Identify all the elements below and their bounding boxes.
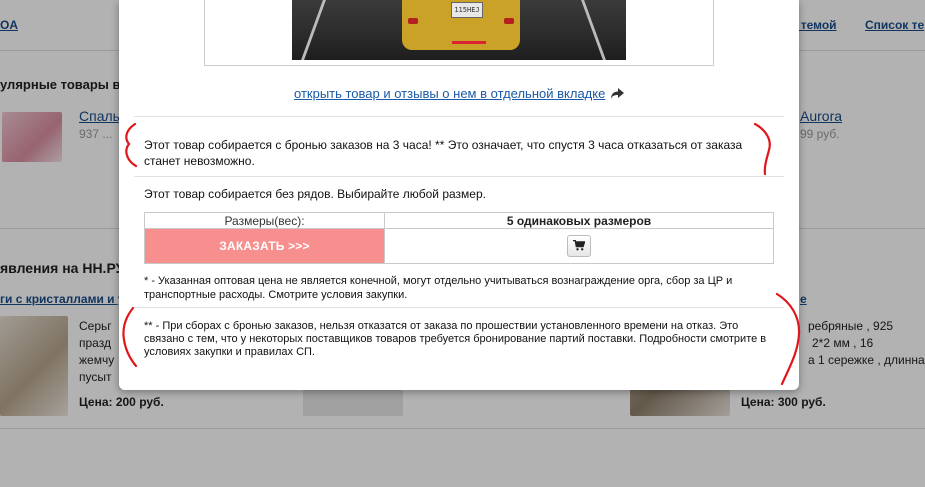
order-button[interactable]: ЗАКАЗАТЬ >>> xyxy=(144,228,385,264)
cart-icon xyxy=(573,240,585,251)
product-modal: 115HEJ открыть товар и отзывы о нем в от… xyxy=(119,0,799,390)
divider xyxy=(134,116,784,117)
product-photo[interactable]: 115HEJ xyxy=(292,0,626,60)
reservation-notice: Этот товар собирается с бронью заказов н… xyxy=(144,138,743,168)
order-table: Размеры(вес): 5 одинаковых размеров ЗАКА… xyxy=(144,212,774,264)
divider xyxy=(134,176,784,177)
sizes-column-header: Размеры(вес): xyxy=(144,212,385,229)
open-in-new-tab-link[interactable]: открыть товар и отзывы о нем в отдельной… xyxy=(294,86,605,101)
share-arrow-icon[interactable] xyxy=(611,88,624,99)
price-footnote: * - Указанная оптовая цена не является к… xyxy=(144,275,733,301)
photo-plate: 115HEJ xyxy=(451,2,483,18)
photo-lamp xyxy=(452,41,486,44)
annotation-bracket-right-2 xyxy=(775,292,801,386)
annotation-bracket-left xyxy=(125,122,138,168)
photo-taillight xyxy=(408,18,418,24)
size-value-header: 5 одинаковых размеров xyxy=(384,212,774,229)
order-table-row: ЗАКАЗАТЬ >>> xyxy=(144,228,774,264)
annotation-bracket-left-2 xyxy=(122,306,138,368)
cart-cell xyxy=(384,228,774,264)
order-table-header: Размеры(вес): 5 одинаковых размеров xyxy=(144,212,774,229)
annotation-bracket-right xyxy=(753,122,771,176)
booking-footnote: ** - При сборах с бронью заказов, нельзя… xyxy=(144,320,767,358)
rows-note: Этот товар собирается без рядов. Выбирай… xyxy=(144,187,486,201)
photo-taillight xyxy=(504,18,514,24)
add-to-cart-button[interactable] xyxy=(567,235,591,257)
divider xyxy=(134,307,784,308)
